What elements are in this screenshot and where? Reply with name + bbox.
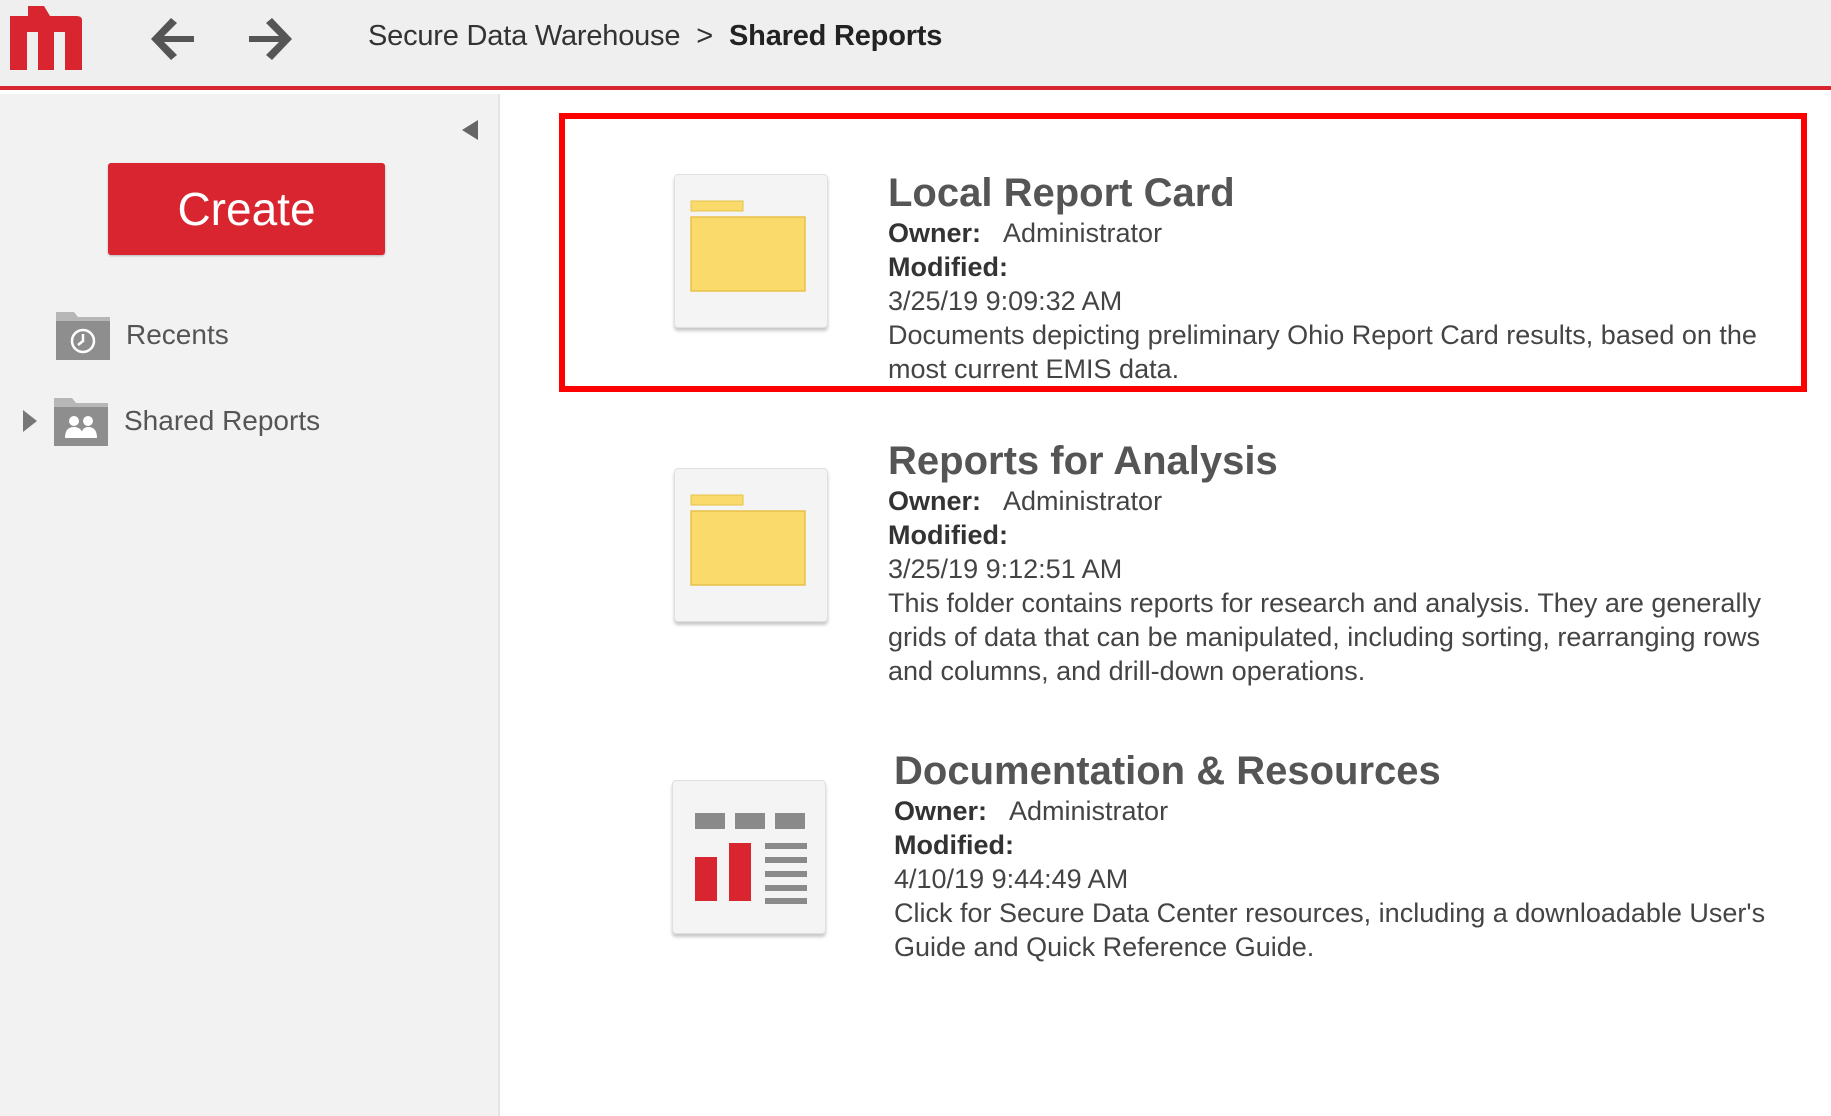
- owner-label: Owner:: [888, 486, 982, 516]
- list-item-local-report-card[interactable]: Local Report Card Owner: Administrator Mo…: [500, 171, 1831, 414]
- owner-value: Administrator: [1003, 218, 1163, 248]
- item-title[interactable]: Local Report Card: [888, 170, 1808, 216]
- content-area: Local Report Card Owner: Administrator Mo…: [500, 94, 1831, 1116]
- sidebar-item-label: Recents: [126, 319, 229, 350]
- clock-folder-icon: [56, 312, 110, 360]
- sidebar-item-shared-reports[interactable]: Shared Reports: [20, 394, 320, 448]
- back-button[interactable]: [150, 14, 200, 64]
- modified-label: Modified:: [888, 252, 1008, 282]
- item-meta: Documentation & Resources Owner: Administ…: [894, 748, 1814, 964]
- create-button[interactable]: Create: [108, 163, 385, 255]
- breadcrumb-separator: >: [696, 20, 714, 52]
- sidebar-item-label: Shared Reports: [124, 405, 321, 436]
- triangle-right-icon[interactable]: [20, 408, 40, 434]
- owner-label: Owner:: [894, 796, 988, 826]
- item-description: Documents depicting preliminary Ohio Rep…: [888, 320, 1757, 384]
- item-description: Click for Secure Data Center resources, …: [894, 898, 1766, 962]
- top-bar: Secure Data Warehouse > Shared Reports: [0, 0, 1831, 90]
- owner-value: Administrator: [1009, 796, 1169, 826]
- list-item-documentation-resources[interactable]: Documentation & Resources Owner: Administ…: [500, 749, 1831, 1040]
- breadcrumb-parent[interactable]: Secure Data Warehouse: [368, 20, 680, 52]
- owner-label: Owner:: [888, 218, 982, 248]
- folder-thumbnail: [674, 468, 828, 622]
- sidebar: Create Recents Shared Reports: [0, 94, 500, 1116]
- dashboard-icon: [695, 813, 807, 904]
- modified-value: 4/10/19 9:44:49 AM: [894, 864, 1129, 894]
- arrow-right-icon: [249, 18, 292, 60]
- modified-value: 3/25/19 9:09:32 AM: [888, 286, 1123, 316]
- triangle-left-icon: [462, 120, 478, 140]
- item-title[interactable]: Documentation & Resources: [894, 748, 1814, 794]
- list-item-reports-for-analysis[interactable]: Reports for Analysis Owner: Administrator…: [500, 439, 1831, 728]
- folder-icon: [690, 200, 806, 292]
- modified-label: Modified:: [894, 830, 1014, 860]
- folder-thumbnail: [674, 174, 828, 328]
- shared-folder-icon: [54, 398, 108, 446]
- breadcrumb-current: Shared Reports: [729, 20, 943, 52]
- owner-value: Administrator: [1003, 486, 1163, 516]
- folder-icon: [690, 494, 806, 586]
- collapse-sidebar-button[interactable]: [458, 118, 480, 142]
- modified-label: Modified:: [888, 520, 1008, 550]
- item-title[interactable]: Reports for Analysis: [888, 438, 1808, 484]
- item-description: This folder contains reports for researc…: [888, 588, 1761, 686]
- arrow-left-icon: [151, 18, 194, 60]
- item-meta: Local Report Card Owner: Administrator Mo…: [888, 170, 1808, 386]
- modified-value: 3/25/19 9:12:51 AM: [888, 554, 1123, 584]
- breadcrumb: Secure Data Warehouse > Shared Reports: [368, 20, 942, 53]
- forward-button[interactable]: [243, 14, 293, 64]
- item-meta: Reports for Analysis Owner: Administrator…: [888, 438, 1808, 688]
- app-logo[interactable]: [10, 6, 92, 70]
- sidebar-item-recents[interactable]: Recents: [54, 308, 229, 362]
- dashboard-thumbnail: [672, 780, 826, 934]
